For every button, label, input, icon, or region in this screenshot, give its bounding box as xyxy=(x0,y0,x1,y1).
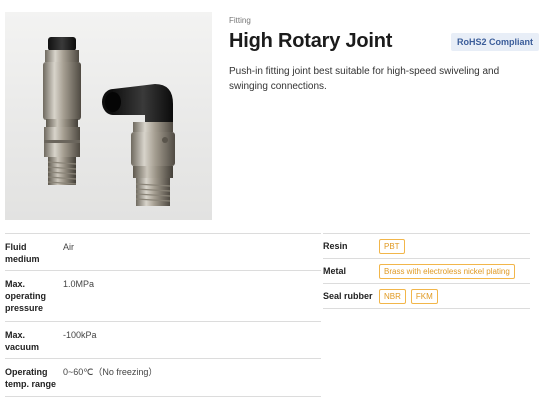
materials-table: Resin PBT Metal Brass with electroless n… xyxy=(323,233,530,309)
spec-label: Operating temp. range xyxy=(5,367,57,389)
material-row-resin: Resin PBT xyxy=(323,234,530,259)
spec-row-temp-range: Operating temp. range 0~60℃（No freezing） xyxy=(5,359,321,397)
spec-table: Fluid medium Air Max. operating pressure… xyxy=(5,233,321,397)
product-title: High Rotary Joint xyxy=(229,30,393,52)
spec-value: Air xyxy=(63,242,74,252)
spec-row-max-pressure: Max. operating pressure 1.0MPa xyxy=(5,271,321,322)
material-tag: Brass with electroless nickel plating xyxy=(379,263,515,279)
material-label: Metal xyxy=(323,266,347,276)
spec-label: Max. vacuum xyxy=(5,330,40,352)
spec-value: 1.0MPa xyxy=(63,279,95,289)
product-description: Push-in fitting joint best suitable for … xyxy=(229,66,500,92)
material-row-metal: Metal Brass with electroless nickel plat… xyxy=(323,259,530,284)
rohs-badge: RoHS2 Compliant xyxy=(451,33,540,51)
rotary-joint-illustration xyxy=(43,37,175,206)
spec-row-max-vacuum: Max. vacuum -100kPa xyxy=(5,322,321,359)
material-tag: FKM xyxy=(410,288,438,304)
material-label: Resin xyxy=(323,241,348,251)
product-image xyxy=(5,12,212,220)
spec-label: Fluid medium xyxy=(5,242,40,264)
material-tag: NBR xyxy=(379,288,406,304)
spec-row-fluid-medium: Fluid medium Air xyxy=(5,234,321,271)
product-category: Fitting xyxy=(229,16,251,25)
spec-value: 0~60℃（No freezing） xyxy=(63,367,158,377)
material-label: Seal rubber xyxy=(323,291,373,301)
spec-value: -100kPa xyxy=(63,330,97,340)
material-tag: PBT xyxy=(379,238,405,254)
spec-label: Max. operating pressure xyxy=(5,279,47,313)
material-row-seal-rubber: Seal rubber NBR FKM xyxy=(323,284,530,309)
